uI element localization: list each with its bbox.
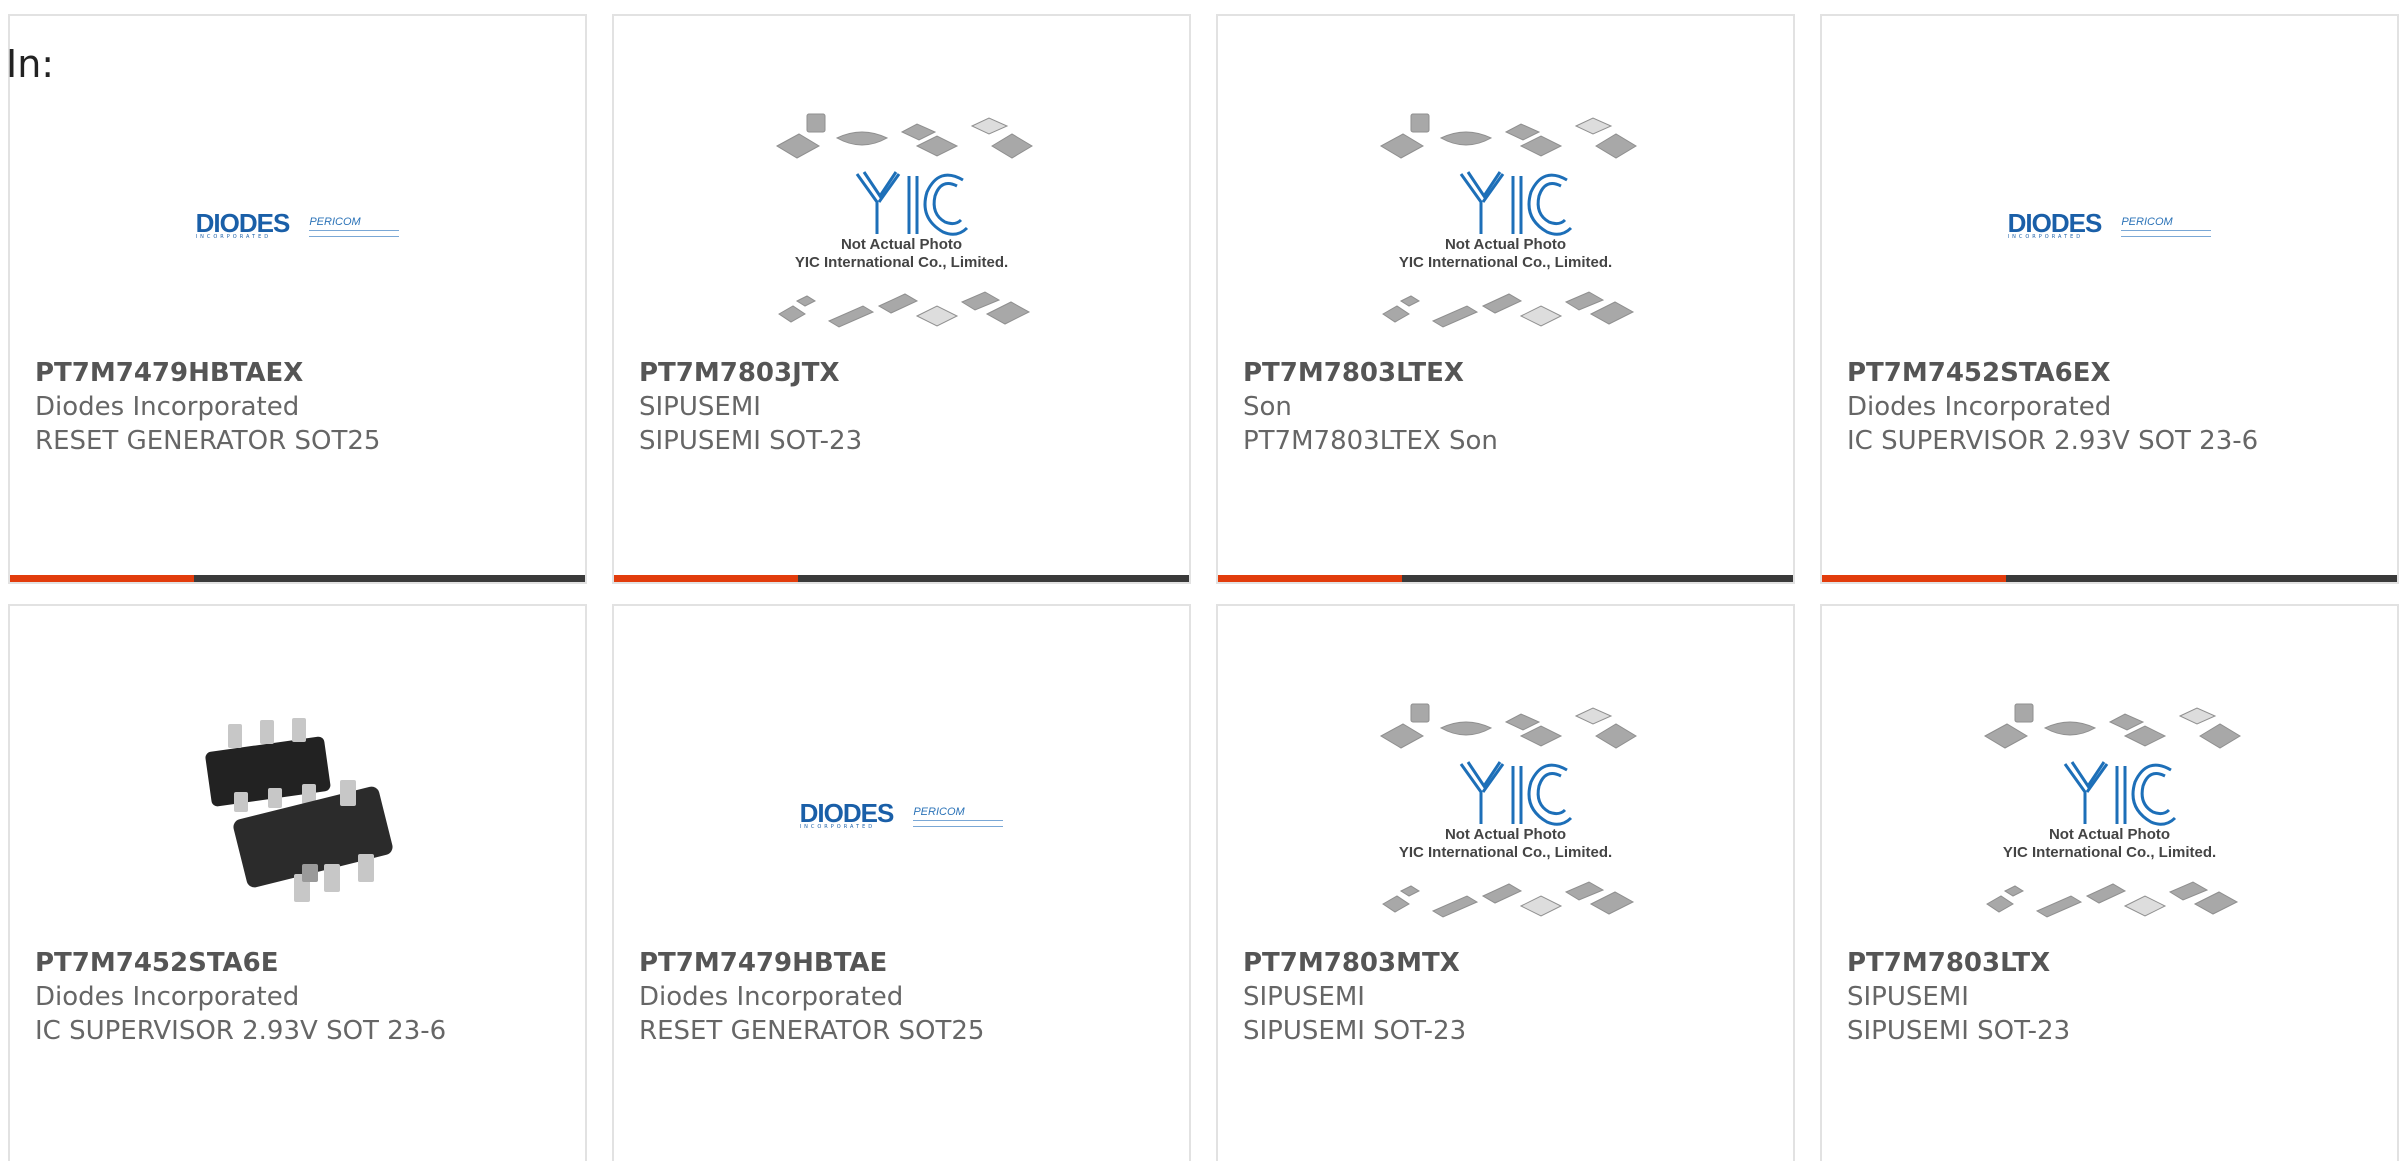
part-number-link[interactable]: PT7M7803JTX bbox=[639, 356, 1173, 390]
pericom-logo-lines bbox=[2121, 229, 2212, 237]
pericom-logo-lines bbox=[309, 229, 400, 237]
product-card[interactable]: DIODES INCORPORATED PERICOM PT7M7452STA6… bbox=[1820, 14, 2399, 584]
placeholder-caption: Not Actual Photo bbox=[2048, 826, 2171, 843]
pericom-logo-text: PERICOM bbox=[309, 215, 361, 228]
product-image[interactable]: DIODES INCORPORATED PERICOM bbox=[10, 91, 585, 361]
part-number-link[interactable]: PT7M7452STA6EX bbox=[1847, 356, 2381, 390]
placeholder-company: YIC International Co., Limited. bbox=[1398, 844, 1613, 861]
card-bottom-bar bbox=[614, 575, 1189, 582]
pericom-logo-lines bbox=[913, 819, 1004, 827]
yic-placeholder-image: Not Actual Photo YIC International Co., … bbox=[1371, 696, 1641, 936]
description: SIPUSEMI SOT-23 bbox=[1847, 1016, 2071, 1046]
product-card[interactable]: Not Actual Photo YIC International Co., … bbox=[612, 14, 1191, 584]
product-card[interactable]: DIODES INCORPORATED PERICOM PT7M7479HBTA… bbox=[8, 14, 587, 584]
placeholder-company: YIC International Co., Limited. bbox=[1398, 254, 1613, 271]
product-info: PT7M7803LTEX Son PT7M7803LTEX Son bbox=[1243, 356, 1777, 458]
part-number-link[interactable]: PT7M7803LTEX bbox=[1243, 356, 1777, 390]
placeholder-caption: Not Actual Photo bbox=[840, 236, 963, 253]
product-grid-page: In: DIODES INCORPORATED PERICOM PT7M7479… bbox=[0, 0, 2400, 1161]
product-info: PT7M7452STA6E Diodes Incorporated IC SUP… bbox=[35, 946, 569, 1048]
manufacturer: Diodes Incorporated bbox=[35, 982, 300, 1012]
description: SIPUSEMI SOT-23 bbox=[639, 426, 863, 456]
product-image[interactable]: DIODES INCORPORATED PERICOM bbox=[1822, 91, 2397, 361]
manufacturer: Diodes Incorporated bbox=[639, 982, 904, 1012]
product-image[interactable]: Not Actual Photo YIC International Co., … bbox=[614, 91, 1189, 361]
card-bottom-bar bbox=[1822, 575, 2397, 582]
diodes-logo: DIODES INCORPORATED PERICOM bbox=[799, 798, 1004, 830]
description: IC SUPERVISOR 2.93V SOT 23-6 bbox=[1847, 426, 2259, 456]
placeholder-caption: Not Actual Photo bbox=[1444, 826, 1567, 843]
product-image[interactable] bbox=[10, 681, 585, 951]
part-number-link[interactable]: PT7M7479HBTAE bbox=[639, 946, 1173, 980]
manufacturer: SIPUSEMI bbox=[1847, 982, 1969, 1012]
product-image[interactable]: Not Actual Photo YIC International Co., … bbox=[1822, 681, 2397, 951]
placeholder-company: YIC International Co., Limited. bbox=[794, 254, 1009, 271]
part-number-link[interactable]: PT7M7803LTX bbox=[1847, 946, 2381, 980]
description: SIPUSEMI SOT-23 bbox=[1243, 1016, 1467, 1046]
diodes-logo-text: DIODES bbox=[195, 208, 291, 238]
part-number-link[interactable]: PT7M7803MTX bbox=[1243, 946, 1777, 980]
product-info: PT7M7452STA6EX Diodes Incorporated IC SU… bbox=[1847, 356, 2381, 458]
yic-placeholder-image: Not Actual Photo YIC International Co., … bbox=[1371, 106, 1641, 346]
placeholder-company: YIC International Co., Limited. bbox=[2002, 844, 2217, 861]
pericom-logo-text: PERICOM bbox=[2121, 215, 2173, 228]
card-bottom-bar-accent bbox=[1218, 575, 1402, 582]
product-image[interactable]: Not Actual Photo YIC International Co., … bbox=[1218, 91, 1793, 361]
yic-placeholder-image: Not Actual Photo YIC International Co., … bbox=[767, 106, 1037, 346]
sot23-6-chip-image bbox=[198, 714, 398, 918]
product-card[interactable]: DIODES INCORPORATED PERICOM PT7M7479HBTA… bbox=[612, 604, 1191, 1161]
card-bottom-bar bbox=[10, 575, 585, 582]
manufacturer: SIPUSEMI bbox=[1243, 982, 1365, 1012]
placeholder-caption: Not Actual Photo bbox=[1444, 236, 1567, 253]
product-info: PT7M7479HBTAE Diodes Incorporated RESET … bbox=[639, 946, 1173, 1048]
product-card[interactable]: PT7M7452STA6E Diodes Incorporated IC SUP… bbox=[8, 604, 587, 1161]
yic-placeholder-image: Not Actual Photo YIC International Co., … bbox=[1975, 696, 2245, 936]
card-bottom-bar-accent bbox=[614, 575, 798, 582]
product-image[interactable]: Not Actual Photo YIC International Co., … bbox=[1218, 681, 1793, 951]
description: IC SUPERVISOR 2.93V SOT 23-6 bbox=[35, 1016, 447, 1046]
part-number-link[interactable]: PT7M7452STA6E bbox=[35, 946, 569, 980]
diodes-logo: DIODES INCORPORATED PERICOM bbox=[2007, 208, 2212, 240]
product-info: PT7M7803LTX SIPUSEMI SIPUSEMI SOT-23 bbox=[1847, 946, 2381, 1048]
diodes-logo: DIODES INCORPORATED PERICOM bbox=[195, 208, 400, 240]
product-card[interactable]: Not Actual Photo YIC International Co., … bbox=[1820, 604, 2399, 1161]
manufacturer: SIPUSEMI bbox=[639, 392, 761, 422]
manufacturer: Son bbox=[1243, 392, 1292, 422]
card-bottom-bar-accent bbox=[10, 575, 194, 582]
product-info: PT7M7479HBTAEX Diodes Incorporated RESET… bbox=[35, 356, 569, 458]
diodes-logo-text: DIODES bbox=[2007, 208, 2103, 238]
in-label: In: bbox=[6, 42, 55, 86]
product-grid: DIODES INCORPORATED PERICOM PT7M7479HBTA… bbox=[8, 14, 2399, 1161]
pericom-logo-text: PERICOM bbox=[913, 805, 965, 818]
description: RESET GENERATOR SOT25 bbox=[35, 426, 381, 456]
description: RESET GENERATOR SOT25 bbox=[639, 1016, 985, 1046]
description: PT7M7803LTEX Son bbox=[1243, 426, 1498, 456]
product-image[interactable]: DIODES INCORPORATED PERICOM bbox=[614, 681, 1189, 951]
part-number-link[interactable]: PT7M7479HBTAEX bbox=[35, 356, 569, 390]
diodes-logo-text: DIODES bbox=[799, 798, 895, 828]
card-bottom-bar bbox=[1218, 575, 1793, 582]
product-info: PT7M7803JTX SIPUSEMI SIPUSEMI SOT-23 bbox=[639, 356, 1173, 458]
product-info: PT7M7803MTX SIPUSEMI SIPUSEMI SOT-23 bbox=[1243, 946, 1777, 1048]
product-card[interactable]: Not Actual Photo YIC International Co., … bbox=[1216, 604, 1795, 1161]
product-card[interactable]: Not Actual Photo YIC International Co., … bbox=[1216, 14, 1795, 584]
card-bottom-bar-accent bbox=[1822, 575, 2006, 582]
manufacturer: Diodes Incorporated bbox=[1847, 392, 2112, 422]
manufacturer: Diodes Incorporated bbox=[35, 392, 300, 422]
